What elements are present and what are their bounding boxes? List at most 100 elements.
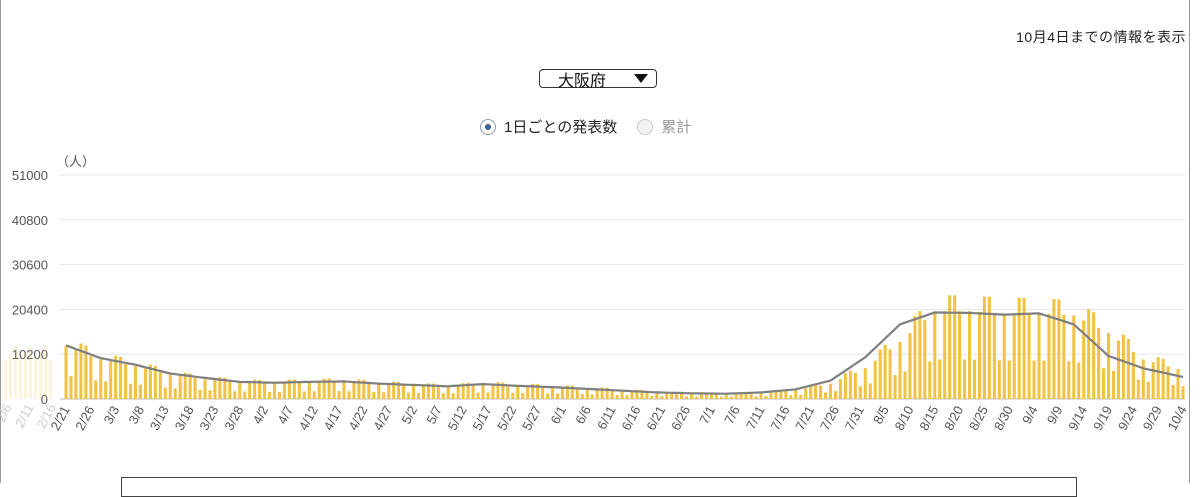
bar-day-211: [1111, 371, 1116, 399]
bar-day-68: [402, 384, 406, 399]
bar-day-224: [1176, 369, 1180, 399]
bar-day-159: [853, 372, 857, 399]
bar-day-19: [158, 372, 162, 399]
bar-day-71: [416, 392, 421, 399]
x-tick-label-7-31: 7/31: [842, 403, 867, 432]
bar-day-155: [833, 391, 838, 399]
bar-day-166: [888, 349, 892, 399]
bar-day-24: [183, 372, 187, 399]
bar-day-146: [789, 395, 793, 399]
bar-day-118: [650, 395, 654, 399]
faded-bar-3: [19, 359, 22, 399]
bar-day-154: [828, 383, 833, 399]
display-mode-radio-group: 1日ごとの発表数 累計: [480, 116, 711, 137]
bar-day-196: [1037, 313, 1041, 399]
faded-x-tick-label-2-11: 2/11: [12, 401, 37, 430]
bar-day-40: [263, 382, 267, 399]
bar-day-106: [590, 394, 594, 399]
bar-day-176: [938, 359, 942, 399]
bar-day-44: [282, 382, 286, 399]
bar-day-160: [858, 386, 862, 399]
bar-day-158: [848, 370, 852, 399]
bar-day-78: [451, 393, 455, 399]
chart-svg: 01020020400306004080051000（人）2/21 2/26 3/3…: [0, 154, 1190, 433]
bar-day-188: [997, 360, 1001, 399]
bar-day-132: [719, 396, 723, 399]
faded-bar-6: [34, 359, 37, 399]
faded-bar-8: [44, 346, 47, 399]
bar-day-203: [1072, 315, 1076, 399]
bar-day-76: [441, 393, 445, 399]
bar-day-134: [729, 396, 733, 399]
x-tick-label-7-6: 7/6: [721, 403, 743, 426]
bar-day-147: [794, 390, 798, 399]
bar-day-190: [1007, 360, 1011, 399]
bar-day-191: [1012, 313, 1016, 399]
x-tick-label-3-8: 3/8: [125, 403, 147, 426]
bar-day-22: [173, 388, 177, 399]
bar-day-165: [883, 344, 887, 399]
bar-day-215: [1131, 351, 1135, 399]
bar-day-202: [1067, 361, 1071, 399]
chevron-down-icon: [634, 74, 648, 83]
bar-day-51: [317, 381, 321, 399]
bar-day-216: [1136, 379, 1140, 399]
x-tick-label-6-26: 6/26: [668, 403, 693, 432]
bar-day-35: [238, 382, 242, 399]
y-tick-label-20400: 20400: [12, 302, 48, 317]
radio-daily[interactable]: 1日ごとの発表数: [480, 116, 617, 137]
bar-day-9: [109, 361, 113, 399]
bar-day-201: [1062, 314, 1066, 399]
x-tick-label-9-9: 9/9: [1044, 403, 1066, 426]
x-tick-label-6-11: 6/11: [594, 403, 619, 432]
prefecture-select[interactable]: 大阪府: [539, 69, 657, 90]
bar-day-181: [963, 359, 967, 399]
bar-day-61: [367, 383, 371, 399]
faded-bar-2: [14, 346, 17, 399]
bar-day-79: [456, 385, 460, 399]
bar-day-16: [143, 368, 147, 399]
bar-day-169: [903, 371, 907, 399]
x-tick-label-3-28: 3/28: [221, 403, 246, 432]
bar-day-28: [203, 379, 207, 399]
last-updated-text: 10月4日までの情報を表示: [1016, 29, 1186, 45]
bar-day-148: [799, 394, 803, 399]
bar-day-56: [342, 381, 346, 399]
x-tick-label-2-26: 2/26: [72, 403, 97, 432]
bar-day-89: [506, 385, 510, 399]
bar-day-42: [272, 383, 277, 399]
bar-day-15: [138, 384, 143, 399]
bar-day-162: [868, 383, 872, 399]
bar-day-75: [436, 386, 440, 399]
bar-day-204: [1077, 362, 1081, 399]
bar-day-177: [943, 311, 947, 399]
x-tick-label-8-25: 8/25: [966, 403, 991, 432]
y-tick-label-51000: 51000: [12, 168, 48, 183]
bar-day-8: [104, 381, 108, 399]
x-tick-label-9-29: 9/29: [1140, 403, 1165, 432]
bar-day-77: [446, 386, 450, 399]
x-tick-label-7-21: 7/21: [792, 403, 817, 432]
bar-day-34: [233, 391, 237, 399]
y-unit-label: （人）: [56, 154, 95, 169]
radio-cumulative[interactable]: 累計: [637, 116, 691, 137]
bar-day-49: [307, 381, 311, 399]
x-tick-label-9-19: 9/19: [1090, 403, 1115, 432]
y-tick-label-30600: 30600: [12, 258, 48, 273]
bar-day-180: [958, 311, 962, 399]
bar-day-99: [555, 393, 560, 399]
bar-day-174: [928, 361, 932, 399]
x-tick-label-9-4: 9/4: [1019, 403, 1041, 426]
prefecture-selected-label: 大阪府: [558, 72, 607, 90]
bar-day-93: [526, 386, 530, 399]
radio-cumulative-indicator[interactable]: [637, 118, 654, 135]
bar-day-186: [987, 296, 991, 399]
bar-day-85: [486, 392, 490, 399]
radio-daily-indicator[interactable]: [480, 118, 496, 135]
bar-day-214: [1126, 339, 1130, 399]
bar-day-208: [1097, 328, 1101, 399]
bar-day-184: [977, 311, 981, 399]
x-tick-label-5-22: 5/22: [494, 403, 519, 432]
bar-day-200: [1057, 299, 1061, 399]
x-tick-label-5-12: 5/12: [445, 403, 470, 432]
